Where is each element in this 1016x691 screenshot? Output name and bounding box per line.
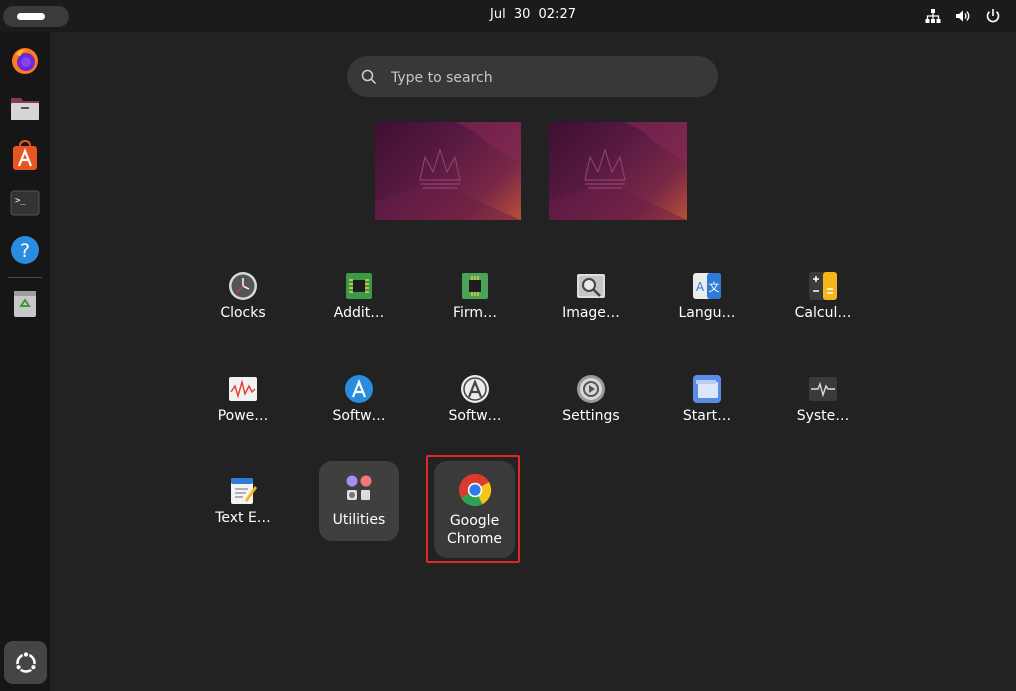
text-editor-icon: [231, 478, 257, 504]
trash-icon: [14, 291, 36, 317]
image-viewer-icon: [577, 274, 605, 298]
app-google-chrome[interactable]: Google Chrome: [434, 461, 515, 558]
dock-separator: [8, 277, 42, 278]
show-apps-button[interactable]: [4, 641, 47, 684]
system-monitor-icon: [809, 377, 837, 401]
clock[interactable]: Jul 30 02:27: [0, 7, 1016, 22]
chrome-icon: [459, 473, 492, 507]
svg-text:文: 文: [709, 280, 720, 294]
app-label: Google Chrome: [434, 512, 515, 548]
firefox-icon: [12, 48, 38, 74]
app-label: Image…: [562, 305, 620, 321]
app-label: Start…: [682, 408, 732, 424]
app-label: Powe…: [217, 408, 269, 424]
clock-date: Jul 30: [490, 7, 531, 22]
svg-text:>_: >_: [15, 196, 26, 206]
app-label-line: Google: [449, 513, 500, 529]
workspace-thumbnail-1[interactable]: [375, 122, 521, 220]
system-tray[interactable]: [924, 7, 1002, 25]
clock-time: 02:27: [538, 7, 576, 22]
app-additional-drivers[interactable]: Addit…: [317, 261, 401, 345]
network-icon[interactable]: [924, 7, 942, 25]
search-input[interactable]: [389, 56, 703, 99]
search-icon: [361, 69, 377, 85]
dock-item-firefox[interactable]: [8, 44, 42, 78]
calculator-icon: [809, 272, 837, 300]
app-label: Langu…: [678, 305, 736, 321]
app-text-editor[interactable]: Text E…: [201, 466, 285, 550]
dock-item-app-center[interactable]: [8, 138, 42, 172]
ubuntu-logo-icon: [14, 650, 37, 673]
settings-icon: [577, 375, 605, 403]
app-label: Text E…: [215, 510, 271, 526]
language-icon: A 文: [693, 273, 721, 299]
svg-text:A: A: [696, 280, 705, 294]
app-power-statistics[interactable]: Powe…: [201, 364, 285, 448]
app-software-properties[interactable]: Softw…: [433, 364, 517, 448]
dock-item-files[interactable]: [8, 91, 42, 125]
dock-item-trash[interactable]: [8, 286, 42, 320]
app-firmware[interactable]: Firm…: [433, 261, 517, 345]
terminal-icon: >_: [10, 190, 40, 216]
top-bar: Jul 30 02:27: [0, 0, 1016, 32]
app-label: Syste…: [796, 408, 850, 424]
dock: >_ ?: [0, 32, 50, 691]
power-statistics-icon: [229, 377, 257, 401]
crown-wallpaper-graphic: [375, 122, 521, 220]
app-clocks[interactable]: Clocks: [201, 261, 285, 345]
dock-item-help[interactable]: ?: [8, 233, 42, 267]
app-label: Softw…: [332, 408, 386, 424]
power-icon[interactable]: [984, 7, 1002, 25]
app-label: Clocks: [220, 305, 266, 321]
volume-icon[interactable]: [954, 7, 972, 25]
software-properties-icon: [461, 375, 489, 403]
startup-apps-icon: [693, 375, 721, 403]
files-icon: [11, 98, 39, 120]
help-icon: ?: [11, 236, 39, 264]
app-settings[interactable]: Settings: [549, 364, 633, 448]
workspace-thumbnail-2[interactable]: [549, 122, 687, 220]
folder-utilities[interactable]: Utilities: [319, 461, 399, 541]
app-image-viewer[interactable]: Image…: [549, 261, 633, 345]
app-label: Settings: [562, 408, 620, 424]
app-system-monitor[interactable]: Syste…: [781, 364, 865, 448]
app-label-line: Chrome: [447, 531, 502, 547]
app-label: Utilities: [332, 512, 386, 528]
app-label: Firm…: [452, 305, 498, 321]
app-center-icon: [13, 139, 37, 170]
app-language-support[interactable]: A 文 Langu…: [665, 261, 749, 345]
firmware-icon: [462, 273, 488, 299]
clocks-icon: [229, 272, 257, 300]
search-bar[interactable]: [347, 56, 718, 99]
svg-text:?: ?: [20, 240, 30, 262]
crown-wallpaper-graphic: [549, 122, 687, 220]
app-startup-applications[interactable]: Start…: [665, 364, 749, 448]
app-label: Addit…: [333, 305, 385, 321]
app-label: Softw…: [448, 408, 502, 424]
app-calculator[interactable]: Calcul…: [781, 261, 865, 345]
app-software-updater[interactable]: Softw…: [317, 364, 401, 448]
additional-drivers-icon: [346, 273, 372, 299]
dock-item-terminal[interactable]: >_: [8, 186, 42, 220]
app-label: Calcul…: [794, 305, 852, 321]
folder-icon: [346, 475, 372, 500]
software-updater-icon: [345, 375, 373, 403]
